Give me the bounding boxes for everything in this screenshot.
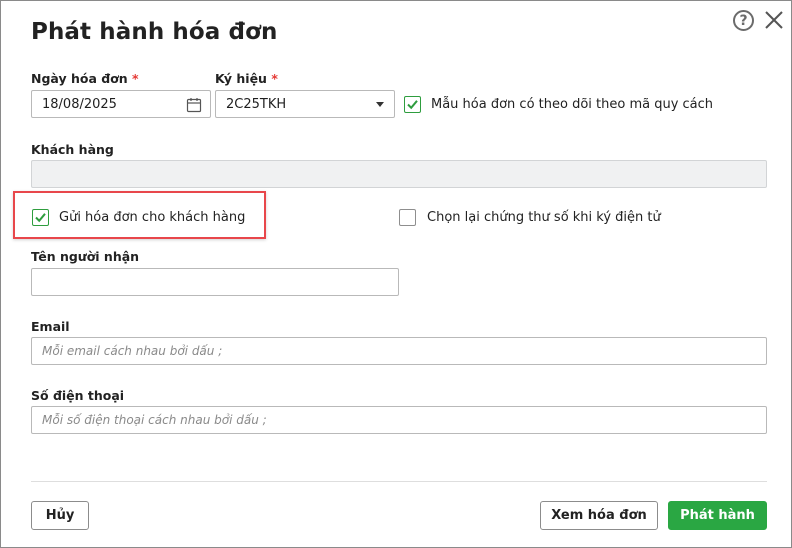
track-by-spec-checkbox[interactable] <box>404 96 421 113</box>
email-placeholder: Mỗi email cách nhau bởi dấu ; <box>42 344 223 358</box>
dialog-title: Phát hành hóa đơn <box>31 19 278 45</box>
email-label: Email <box>31 319 70 334</box>
recipient-name-input[interactable] <box>31 268 399 296</box>
customer-label: Khách hàng <box>31 142 114 157</box>
invoice-date-value: 18/08/2025 <box>42 96 117 112</box>
symbol-label: Ký hiệu * <box>215 71 278 86</box>
required-mark: * <box>271 71 278 86</box>
footer-divider <box>31 481 767 482</box>
required-mark: * <box>132 71 139 86</box>
check-icon <box>35 213 46 223</box>
issue-invoice-button[interactable]: Phát hành <box>668 501 767 530</box>
phone-placeholder: Mỗi số điện thoại cách nhau bởi dấu ; <box>42 413 267 427</box>
symbol-select[interactable]: 2C25TKH <box>215 90 395 118</box>
track-by-spec-label: Mẫu hóa đơn có theo dõi theo mã quy cách <box>431 97 714 112</box>
phone-input[interactable]: Mỗi số điện thoại cách nhau bởi dấu ; <box>31 406 767 434</box>
phone-label: Số điện thoại <box>31 388 125 403</box>
calendar-icon[interactable] <box>186 97 202 113</box>
cancel-button[interactable]: Hủy <box>31 501 89 530</box>
send-to-customer-label: Gửi hóa đơn cho khách hàng <box>59 210 246 225</box>
view-invoice-button[interactable]: Xem hóa đơn <box>540 501 658 530</box>
close-icon[interactable] <box>764 10 784 30</box>
customer-input <box>31 160 767 188</box>
chevron-down-icon[interactable] <box>376 102 384 107</box>
recipient-name-label: Tên người nhận <box>31 249 140 264</box>
reselect-certificate-label: Chọn lại chứng thư số khi ký điện tử <box>427 210 661 225</box>
symbol-value: 2C25TKH <box>226 96 287 112</box>
send-to-customer-checkbox[interactable] <box>32 209 49 226</box>
reselect-certificate-checkbox[interactable] <box>399 209 416 226</box>
check-icon <box>407 100 418 110</box>
email-input[interactable]: Mỗi email cách nhau bởi dấu ; <box>31 337 767 365</box>
invoice-date-input[interactable]: 18/08/2025 <box>31 90 211 118</box>
help-icon[interactable]: ? <box>733 10 754 31</box>
invoice-date-label: Ngày hóa đơn * <box>31 71 139 86</box>
issue-invoice-dialog: Phát hành hóa đơn ? Ngày hóa đơn * 18/08… <box>0 0 792 548</box>
